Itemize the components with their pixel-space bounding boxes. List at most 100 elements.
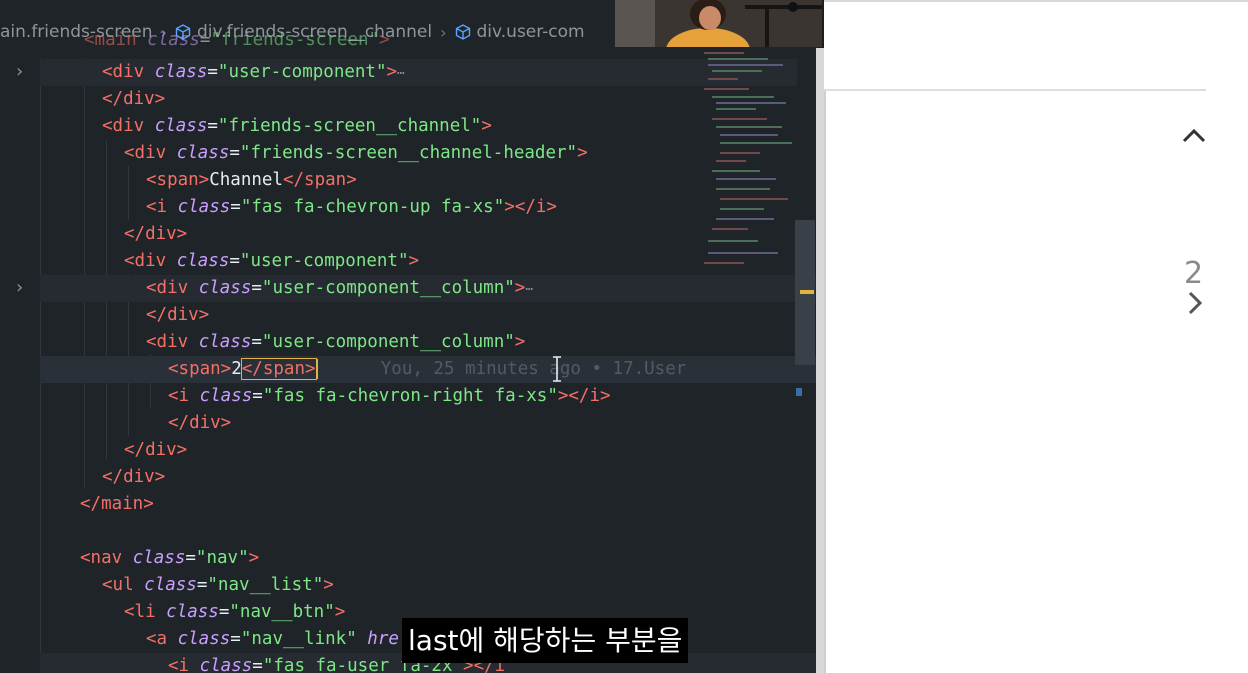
code-token: <div	[102, 116, 155, 136]
code-token: >	[514, 332, 526, 352]
browser-preview	[824, 0, 1248, 673]
chevron-right-icon[interactable]	[1186, 290, 1204, 316]
code-token: =	[251, 332, 262, 352]
code-token: "user-component"	[217, 62, 387, 82]
code-token: class	[198, 278, 252, 298]
code-token: </div>	[102, 89, 166, 109]
indent-guide	[84, 58, 85, 488]
code-token: class	[177, 629, 231, 649]
code-token: >	[577, 143, 588, 163]
code-token: >	[481, 116, 492, 136]
code-token: "fas fa-chevron-right fa-xs"	[262, 386, 558, 406]
code-token: >	[408, 251, 420, 271]
code-token: "nav"	[195, 548, 249, 568]
code-token: "friends-screen__channel-header"	[239, 143, 578, 163]
code-token: "nav__list"	[207, 575, 324, 595]
indent-guide	[128, 166, 129, 220]
code-token: <a	[146, 629, 178, 649]
code-line[interactable]: </div>	[124, 437, 818, 464]
code-token: class	[147, 30, 200, 50]
fold-chevron-icon[interactable]: ›	[14, 63, 28, 81]
divider	[824, 91, 826, 673]
code-token: "friends-screen"	[210, 30, 380, 50]
code-token: class	[198, 332, 252, 352]
code-line[interactable]: <div class="user-component__column">	[146, 329, 818, 356]
divider	[824, 0, 1248, 2]
code-token: <i	[168, 656, 200, 673]
code-line[interactable]: </div>	[102, 464, 797, 491]
code-token: class	[166, 602, 219, 622]
code-line[interactable]: <div class="user-component__column">⋯	[40, 275, 818, 302]
code-token: "nav__link"	[240, 629, 357, 649]
code-token: 2	[231, 359, 242, 379]
code-token: </span>	[282, 170, 357, 190]
code-token: >	[379, 30, 390, 50]
code-line-active[interactable]: <span>2</span> You, 25 minutes ago • 17.…	[40, 356, 818, 383]
minimap[interactable]	[700, 48, 792, 278]
code-token: class	[177, 197, 231, 217]
code-token: =	[229, 251, 240, 271]
code-token: =	[229, 143, 240, 163]
code-token: class	[132, 548, 186, 568]
code-token: <i	[146, 197, 178, 217]
code-token: </div>	[146, 305, 210, 325]
code-token: class	[176, 251, 230, 271]
code-line[interactable]: <i class="fas fa-chevron-right fa-xs"></…	[168, 383, 818, 410]
code-token: <div	[146, 278, 199, 298]
code-token: "nav__btn"	[229, 602, 335, 622]
fold-chevron-icon[interactable]: ›	[14, 279, 28, 297]
code-token: </div>	[102, 467, 166, 487]
code-token: ></i>	[504, 197, 557, 217]
code-token: class	[154, 62, 208, 82]
scrollbar-marker	[800, 290, 814, 294]
code-token: "user-component__column"	[261, 278, 515, 298]
code-token: class	[199, 656, 253, 673]
code-token: <nav	[80, 548, 133, 568]
code-line[interactable]: <div class="friends-screen__channel">	[102, 113, 797, 140]
scrollbar-marker	[796, 388, 802, 396]
chevron-up-icon[interactable]	[1181, 126, 1207, 144]
code-editor[interactable]: ain.friends-screen › div.friends-screen_…	[0, 0, 818, 673]
code-line[interactable]: <nav class="nav">	[80, 545, 775, 572]
code-token: >	[248, 548, 260, 568]
code-line[interactable]: </div>	[102, 86, 797, 113]
code-token: <li	[124, 602, 167, 622]
webcam-person-image	[615, 0, 822, 47]
code-token: =	[252, 386, 263, 406]
code-token: =	[230, 629, 241, 649]
code-token: <div	[124, 143, 177, 163]
code-token: <main	[84, 30, 148, 50]
friends-count: 2	[1184, 256, 1204, 291]
code-token: =	[207, 116, 218, 136]
code-token: >	[334, 602, 346, 622]
code-token: </main>	[80, 494, 154, 514]
code-token: "friends-screen__channel"	[217, 116, 482, 136]
code-token: =	[251, 278, 262, 298]
code-token: <span>	[168, 359, 232, 379]
code-token: =	[185, 548, 196, 568]
code-token: "fas fa-chevron-up fa-xs"	[240, 197, 505, 217]
code-line[interactable]: </div>	[146, 302, 818, 329]
code-line[interactable]: </div>	[168, 410, 818, 437]
folded-ellipsis[interactable]: ⋯	[525, 282, 533, 297]
code-token: >	[514, 278, 526, 298]
code-token: class	[199, 386, 253, 406]
code-token: class	[154, 116, 208, 136]
code-token: =	[196, 575, 208, 595]
code-token: hre	[356, 629, 399, 649]
text-cursor-icon	[553, 356, 561, 382]
git-blame-annotation: You, 25 minutes ago • 17.User	[380, 359, 687, 379]
code-token: <i	[168, 386, 200, 406]
code-token: =	[252, 656, 263, 673]
code-token: >	[386, 62, 398, 82]
code-token: <div	[146, 332, 199, 352]
code-line[interactable]: <ul class="nav__list">	[102, 572, 797, 599]
code-line[interactable]: </main>	[80, 491, 775, 518]
code-line[interactable]: <div class="user-component">⋯	[40, 59, 797, 86]
folded-ellipsis[interactable]: ⋯	[397, 66, 405, 81]
code-token: </div>	[124, 440, 188, 460]
code-token: </span>	[240, 358, 317, 380]
code-token: =	[199, 30, 211, 50]
code-token: "user-component__column"	[261, 332, 515, 352]
code-token: <ul	[102, 575, 145, 595]
